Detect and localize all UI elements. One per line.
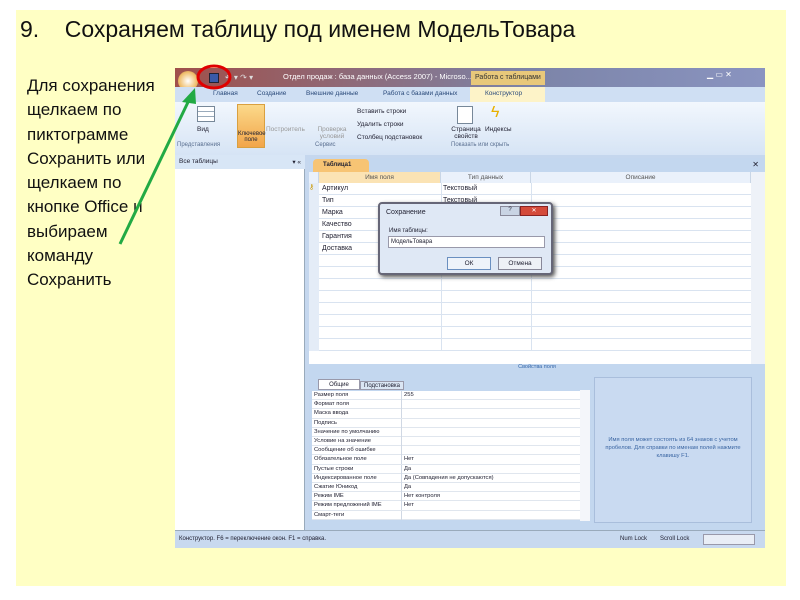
- arrow-head: [182, 88, 196, 104]
- highlight-circle: [196, 64, 232, 90]
- pointer-arrow: [118, 97, 192, 245]
- annotation-overlay: [118, 64, 232, 245]
